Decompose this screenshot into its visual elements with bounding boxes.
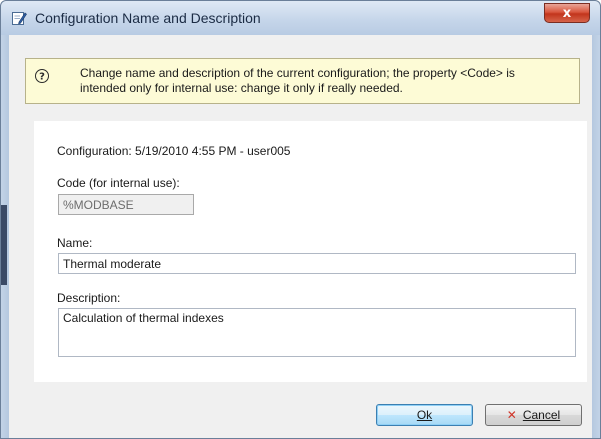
code-field[interactable]	[58, 194, 194, 215]
cancel-button-label: Cancel	[522, 408, 561, 422]
ok-button-label: Ok	[416, 408, 433, 422]
help-icon: ?	[34, 68, 50, 84]
cancel-x-icon: ✕	[506, 408, 517, 422]
name-field[interactable]	[58, 253, 576, 274]
description-field[interactable]: Calculation of thermal indexes	[58, 308, 576, 357]
svg-text:?: ?	[39, 72, 45, 83]
cancel-button[interactable]: ✕ Cancel	[485, 404, 582, 426]
close-icon: x	[562, 5, 572, 21]
ok-button[interactable]: Ok	[376, 404, 473, 426]
form-panel: Configuration: 5/19/2010 4:55 PM - user0…	[34, 121, 587, 382]
configuration-info: Configuration: 5/19/2010 4:55 PM - user0…	[57, 144, 291, 158]
window-title: Configuration Name and Description	[35, 10, 261, 26]
title-bar[interactable]: Configuration Name and Description x	[1, 1, 600, 35]
info-banner: ? Change name and description of the cur…	[25, 58, 580, 104]
info-message: Change name and description of the curre…	[80, 66, 560, 96]
edit-icon	[11, 10, 27, 26]
close-button[interactable]: x	[544, 3, 590, 23]
left-window-frame	[1, 35, 9, 438]
right-window-frame	[592, 35, 600, 438]
info-message-line-2: intended only for internal use: change i…	[80, 81, 403, 95]
dialog-window: Configuration Name and Description x ? C…	[0, 0, 601, 439]
code-label: Code (for internal use):	[57, 176, 180, 190]
description-label: Description:	[57, 291, 121, 305]
info-message-line-1: Change name and description of the curre…	[80, 66, 515, 80]
name-label: Name:	[57, 236, 93, 250]
